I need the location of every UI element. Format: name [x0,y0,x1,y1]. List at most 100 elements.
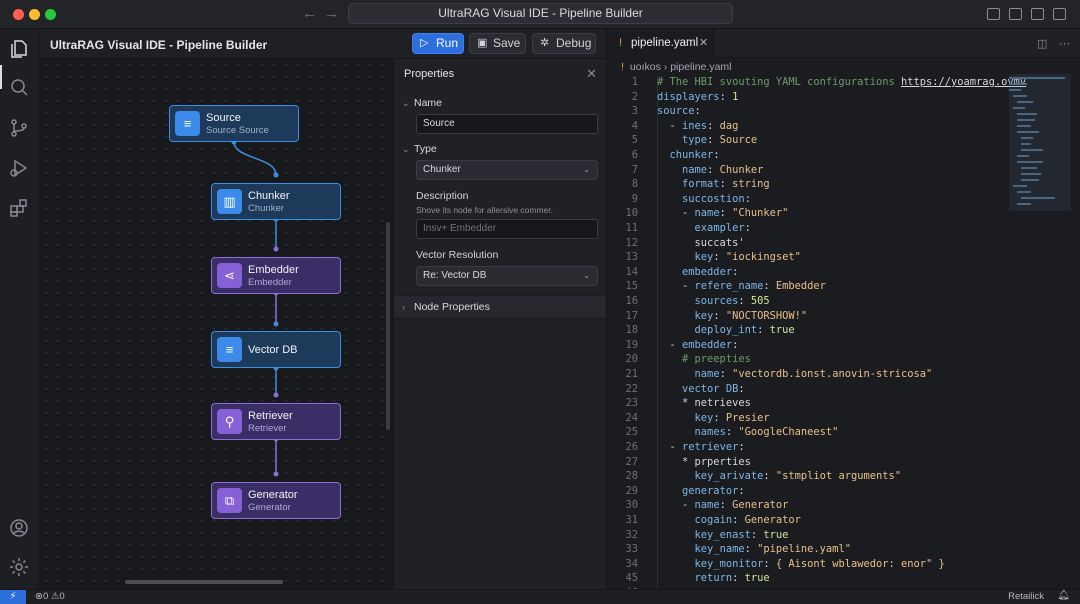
run-button[interactable]: ▷ Run [412,33,464,54]
code-line[interactable]: 26 - retriever: [607,441,1080,456]
tab-label: pipeline.yaml [631,37,699,49]
node-vector-db[interactable]: ≡ Vector DB [211,331,341,368]
status-right-item[interactable]: Retailick [1008,591,1044,602]
code-line[interactable]: 27 * prperties [607,456,1080,471]
minimap-line [1021,173,1041,175]
maximize-window-button[interactable] [45,9,56,20]
line-number: 23 [625,397,638,410]
customize-layout-icon[interactable] [1053,8,1066,20]
split-editor-icon[interactable]: ◫ [1037,37,1047,50]
toggle-secondary-sidebar-icon[interactable] [1031,8,1044,20]
code-line[interactable]: 19 - embedder: [607,339,1080,354]
node-properties-toggle[interactable]: › Node Properties [402,301,490,313]
code-line[interactable]: 23 * netrieves [607,397,1080,412]
code-line[interactable]: 17 key: "NOCTORSHOW!" [607,310,1080,325]
code-line[interactable]: 12 succats' [607,237,1080,252]
line-number: 33 [625,543,638,556]
code-text: # preepties [657,353,751,366]
back-arrow-icon[interactable]: ← [302,5,317,22]
line-number: 14 [625,265,638,278]
close-icon[interactable]: ✕ [586,66,597,82]
code-text: names: "GoogleChaneest" [694,426,839,439]
search-icon[interactable] [8,77,30,99]
close-window-button[interactable] [13,9,24,20]
code-line[interactable]: 33 key_name: "pipeline.yaml" [607,543,1080,558]
minimap-line [1017,131,1039,133]
name-section-toggle[interactable]: ⌄ Name [402,97,442,109]
more-actions-icon[interactable]: ⋯ [1059,37,1070,50]
node-chunker[interactable]: ▥ Chunker Chunker [211,183,341,220]
code-line[interactable]: 11 exampler: [607,222,1080,237]
settings-gear-icon[interactable] [8,556,30,578]
code-line[interactable]: 20 # preepties [607,353,1080,368]
problems-indicator[interactable]: ⊗0 ⚠0 [35,591,65,602]
account-icon[interactable] [8,517,30,539]
type-section-toggle[interactable]: ⌄ Type [402,143,437,155]
node-source[interactable]: ≡ Source Source Source [169,105,299,142]
command-center[interactable]: UltraRAG Visual IDE - Pipeline Builder [348,3,733,24]
canvas-vertical-scrollbar[interactable] [386,222,390,430]
node-retriever[interactable]: ⚲ Retriever Retriever [211,403,341,440]
run-debug-icon[interactable] [8,157,30,179]
code-line[interactable]: 34 key_monitor: { Aisont wblawedor: enor… [607,558,1080,573]
minimap-line [1009,89,1021,91]
code-line[interactable]: 30 - name: Generator [607,499,1080,514]
vector-resolution-select[interactable]: Re: Vector DB ⌄ [416,266,598,286]
line-number: 8 [631,178,638,191]
line-number: 4 [631,119,638,132]
breadcrumb-root[interactable]: uoıkos [630,61,661,73]
notifications-bell-icon[interactable]: 🔔︎ [1057,590,1070,601]
line-number: 2 [631,90,638,103]
extensions-icon[interactable] [8,197,30,219]
minimap-line [1017,119,1035,121]
breadcrumb[interactable]: ! uoıkos › pipeline.yaml [621,61,732,73]
code-line[interactable]: 29 generator: [607,485,1080,500]
code-line[interactable]: 13 key: "iockingset" [607,251,1080,266]
code-line[interactable]: 31 cogain: Generator [607,514,1080,529]
pipeline-canvas[interactable]: ≡ Source Source Source ▥ Chunker Chunker… [40,59,393,589]
remote-icon[interactable]: ⚡ [0,590,26,604]
line-number: 7 [631,163,638,176]
node-embedder[interactable]: ⋖ Embedder Embedder [211,257,341,294]
code-line[interactable]: 21 name: "vectordb.ionst.anovin-stricosa… [607,368,1080,383]
play-icon: ▷ [420,37,429,49]
code-line[interactable]: 28 key_arivate: "stmpliot arguments" [607,470,1080,485]
explorer-icon[interactable] [8,38,30,60]
code-line[interactable]: 16 sources: 505 [607,295,1080,310]
toggle-panel-icon[interactable] [1009,8,1022,20]
canvas-horizontal-scrollbar[interactable] [125,580,283,584]
code-line[interactable]: 45 return: true [607,572,1080,587]
code-line[interactable]: 25 names: "GoogleChaneest" [607,426,1080,441]
code-text: cogain: Generator [694,514,801,526]
minimize-window-button[interactable] [29,9,40,20]
debug-button[interactable]: ✲ Debug [532,33,596,54]
code-line[interactable]: 15 - refere_name: Embedder [607,280,1080,295]
status-bar: ⚡ ⊗0 ⚠0 Retailick 🔔︎ [0,589,1080,604]
line-number: 1 [631,76,638,88]
code-line[interactable]: 24 key: Presier [607,412,1080,427]
toggle-sidebar-icon[interactable] [987,8,1000,20]
minimap[interactable] [1009,74,1071,212]
code-line[interactable]: 32 key_enast: true [607,529,1080,544]
source-control-icon[interactable] [8,117,30,139]
retriever-icon: ⚲ [217,409,242,434]
pipeline-toolbar: UltraRAG Visual IDE - Pipeline Builder ▷… [40,29,606,59]
description-field[interactable]: Insv+ Embedder [416,219,598,239]
code-text: - ines: dag [657,119,739,132]
tab-pipeline-yaml[interactable]: ! pipeline.yaml ✕ [607,29,714,58]
name-field[interactable]: Source [416,114,598,134]
breadcrumb-file[interactable]: pipeline.yaml [670,61,731,73]
code-line[interactable]: 14 embedder: [607,266,1080,281]
node-properties-section[interactable]: › Node Properties [394,295,607,319]
save-button[interactable]: ▣ Save [469,33,526,54]
minimap-line [1013,185,1027,187]
forward-arrow-icon[interactable]: → [324,5,339,22]
minimap-line [1021,179,1039,181]
node-generator[interactable]: ⧉ Generator Generator [211,482,341,519]
code-line[interactable]: 18 deploy_int: true [607,324,1080,339]
close-tab-icon[interactable]: ✕ [699,36,708,49]
code-line[interactable]: 22 vector DB: [607,383,1080,398]
line-number: 16 [625,295,638,307]
type-select[interactable]: Chunker ⌄ [416,160,598,180]
code-text: vector DB: [682,382,745,395]
